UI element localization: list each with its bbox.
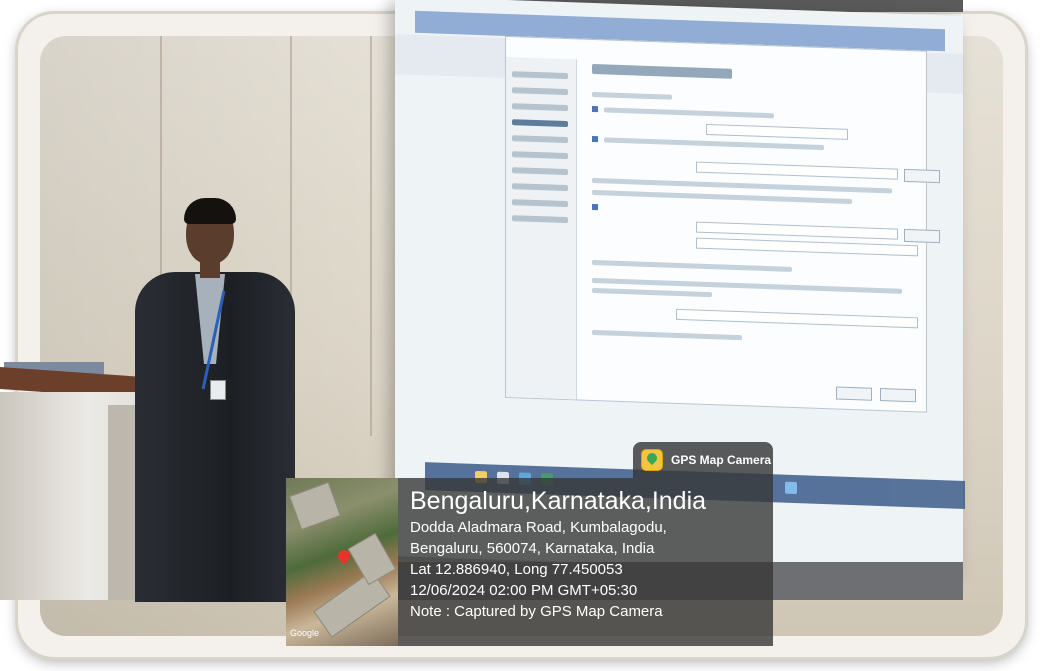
dialog-checkbox: [592, 105, 598, 113]
gps-note: Note : Captured by GPS Map Camera: [410, 603, 663, 620]
dialog-sidebar-item: [512, 71, 568, 80]
dialog-cancel-button: [880, 388, 916, 403]
projected-options-dialog: [505, 35, 940, 413]
gps-coordinates: Lat 12.886940, Long 77.450053: [410, 561, 623, 578]
map-building: [347, 532, 397, 586]
gps-satellite-map: Google: [286, 478, 398, 646]
dialog-sidebar-item: [512, 103, 568, 112]
gps-address-line-2: Bengaluru, 560074, Karnataka, India: [410, 540, 655, 557]
dialog-text-line: [604, 107, 774, 119]
dialog-sidebar-item: [512, 215, 568, 224]
dialog-field: [706, 123, 848, 140]
gps-map-camera-logo-icon: [641, 449, 663, 471]
gps-app-name: GPS Map Camera: [671, 453, 772, 467]
wall-panel-seam: [370, 36, 372, 436]
gps-datetime: 12/06/2024 02:00 PM GMT+05:30: [410, 582, 638, 599]
dialog-sidebar-item: [512, 199, 568, 208]
map-building: [289, 481, 341, 531]
dialog-text-line: [592, 189, 852, 205]
dialog-sidebar-item: [512, 151, 568, 160]
speaker-id-badge: [210, 380, 226, 400]
dialog-checkbox: [592, 203, 598, 211]
dialog-text-line: [592, 259, 792, 272]
gps-text-block: Bengaluru,Karnataka,India Dodda Aladmara…: [410, 485, 706, 622]
dialog-text-line: [604, 137, 824, 151]
dialog-heading: [592, 63, 732, 79]
gps-app-tag: GPS Map Camera: [633, 442, 773, 478]
dialog-ok-button: [836, 386, 872, 401]
dialog-sidebar-item: [512, 87, 568, 96]
dialog-sidebar-item: [512, 119, 568, 128]
dialog-text-line: [592, 91, 672, 100]
gps-city-line: Bengaluru,Karnataka,India: [410, 487, 707, 515]
gps-address-line-1: Dodda Aladmara Road, Kumbalagodu,: [410, 519, 667, 536]
dialog-checkbox: [592, 135, 598, 143]
dialog-text-line: [592, 329, 742, 341]
map-building: [313, 570, 391, 638]
dialog-field: [696, 221, 898, 240]
taskbar-app-icon: [785, 481, 797, 495]
speaker-hair: [184, 198, 236, 224]
dialog-field: [696, 237, 918, 257]
dialog-sidebar: [506, 56, 577, 400]
dialog-browse-button: [904, 168, 940, 184]
dialog-text-line: [592, 287, 712, 298]
dialog-field: [676, 308, 918, 329]
dialog-sidebar-item: [512, 135, 568, 144]
dialog-field: [696, 161, 898, 180]
dialog-sidebar-item: [512, 183, 568, 192]
dialog-sidebar-item: [512, 167, 568, 176]
dialog-browse-button: [904, 228, 940, 244]
map-brand-label: Google: [290, 628, 320, 638]
